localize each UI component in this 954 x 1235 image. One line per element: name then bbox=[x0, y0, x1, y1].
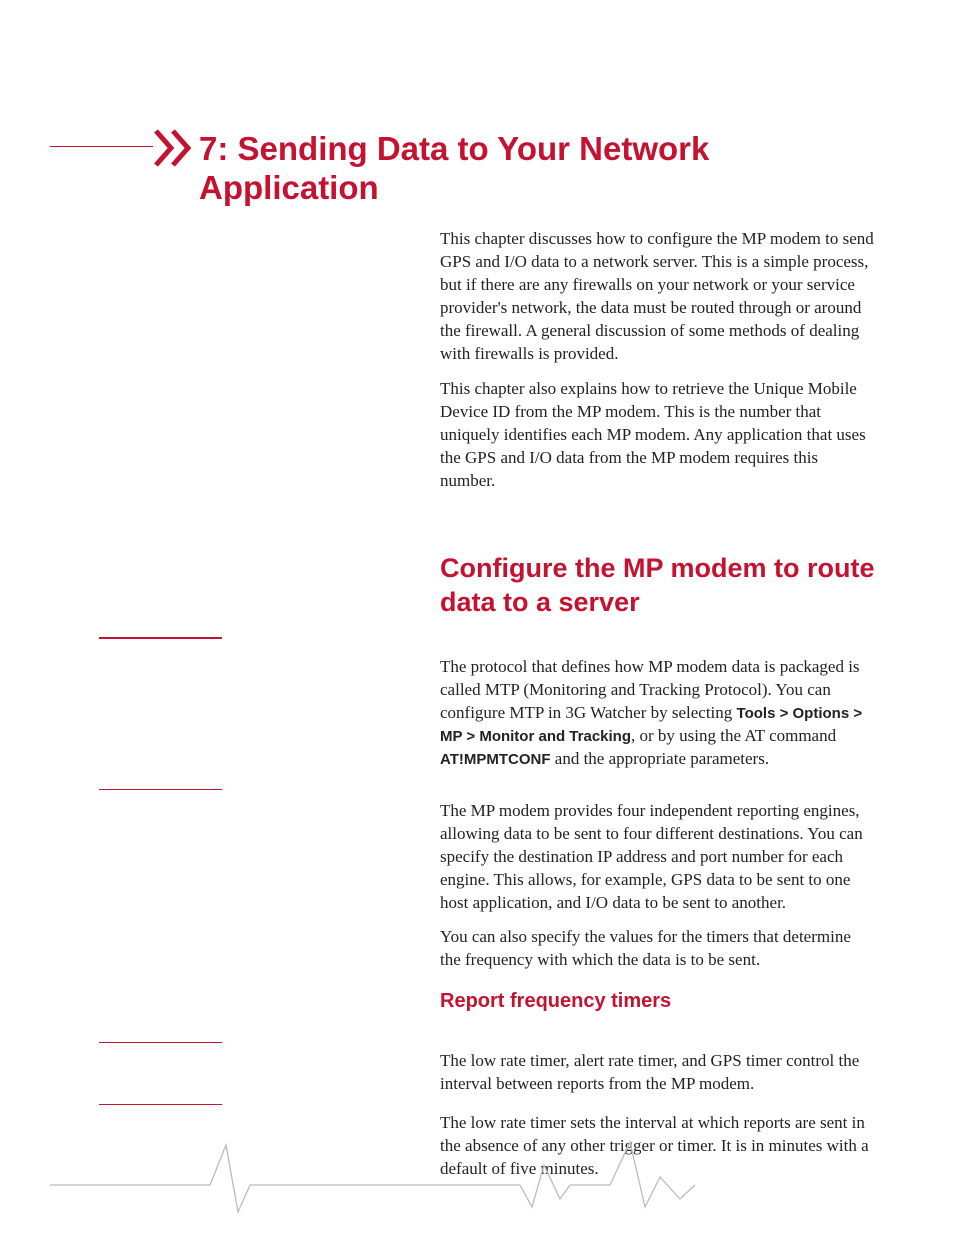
at-command: AT!MPMTCONF bbox=[440, 751, 551, 768]
body-paragraph: The low rate timer, alert rate timer, an… bbox=[440, 1050, 875, 1096]
body-text: , or by using the AT command bbox=[631, 726, 836, 745]
body-paragraph: You can also specify the values for the … bbox=[440, 926, 875, 972]
section-rule bbox=[99, 1104, 222, 1105]
double-chevron-icon bbox=[153, 128, 195, 168]
chapter-title: 7: Sending Data to Your Network Applicat… bbox=[199, 130, 869, 208]
body-text: and the appropriate parameters. bbox=[551, 749, 770, 768]
body-paragraph: The protocol that defines how MP modem d… bbox=[440, 656, 875, 771]
waveform-decoration-icon bbox=[50, 1137, 904, 1217]
section-rule bbox=[99, 1042, 222, 1043]
section-rule bbox=[99, 637, 222, 639]
body-paragraph: The MP modem provides four independent r… bbox=[440, 800, 875, 915]
document-page: 7: Sending Data to Your Network Applicat… bbox=[0, 0, 954, 1235]
title-lead-line bbox=[50, 146, 153, 147]
subsection-heading: Report frequency timers bbox=[440, 990, 671, 1013]
body-paragraph: This chapter discusses how to configure … bbox=[440, 228, 875, 366]
section-heading: Configure the MP modem to route data to … bbox=[440, 552, 880, 620]
body-paragraph: This chapter also explains how to retrie… bbox=[440, 378, 875, 493]
section-rule bbox=[99, 789, 222, 790]
